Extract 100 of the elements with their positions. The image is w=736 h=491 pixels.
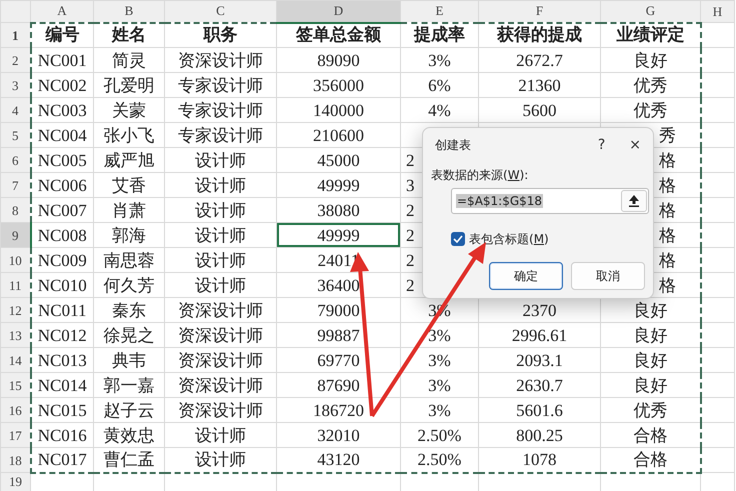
table-cell: 21360	[478, 72, 600, 98]
row-header[interactable]: 15	[0, 372, 30, 398]
table-cell: 资深设计师	[164, 398, 276, 422]
table-cell: NC007	[30, 198, 94, 222]
table-cell: 优秀	[600, 398, 700, 422]
table-cell: 设计师	[164, 222, 276, 248]
table-cell: 简灵	[94, 48, 164, 72]
table-cell: 优秀	[600, 98, 700, 122]
table-cell: 1078	[478, 448, 600, 472]
table-cell: NC002	[30, 72, 94, 98]
row-header[interactable]: 9	[0, 222, 30, 248]
table-cell: 38080	[276, 198, 400, 222]
column-header[interactable]: H	[700, 0, 734, 22]
row-header[interactable]: 19	[0, 472, 30, 491]
table-cell: 资深设计师	[164, 372, 276, 398]
table-cell: 关蒙	[94, 98, 164, 122]
table-cell: 设计师	[164, 198, 276, 222]
checkbox[interactable]	[451, 232, 465, 246]
row-header[interactable]: 8	[0, 198, 30, 222]
table-cell: 艾香	[94, 172, 164, 198]
table-cell: 黄效忠	[94, 422, 164, 448]
row-header[interactable]: 17	[0, 422, 30, 448]
table-cell: 32010	[276, 422, 400, 448]
table-cell: 良好	[600, 372, 700, 398]
column-header[interactable]: F	[478, 0, 600, 22]
table-cell: 49999	[276, 222, 400, 248]
table-cell: 良好	[600, 322, 700, 348]
table-cell: 曹仁孟	[94, 448, 164, 472]
column-title: 业绩评定	[600, 22, 700, 48]
table-cell: 49999	[276, 172, 400, 198]
row-header[interactable]: 14	[0, 348, 30, 372]
column-header[interactable]: C	[164, 0, 276, 22]
table-cell: 45000	[276, 148, 400, 172]
table-cell: NC015	[30, 398, 94, 422]
upload-arrow-icon	[629, 195, 639, 207]
row-header[interactable]: 5	[0, 122, 30, 148]
table-cell: 张小飞	[94, 122, 164, 148]
table-cell: 5600	[478, 98, 600, 122]
table-cell: 3%	[400, 348, 478, 372]
column-title: 获得的提成	[478, 22, 600, 48]
ok-button[interactable]: 确定	[489, 262, 563, 290]
input-field[interactable]: =$A$1:$G$18	[451, 188, 649, 214]
column-header[interactable]: B	[94, 0, 164, 22]
row-header[interactable]: 4	[0, 98, 30, 122]
table-cell: 赵子云	[94, 398, 164, 422]
cancel-button[interactable]: 取消	[571, 262, 645, 290]
table-cell: NC005	[30, 148, 94, 172]
table-cell: 186720	[276, 398, 400, 422]
table-cell: 设计师	[164, 172, 276, 198]
column-title: 姓名	[94, 22, 164, 48]
table-cell: 87690	[276, 372, 400, 398]
table-cell: NC010	[30, 272, 94, 298]
row-header[interactable]: 7	[0, 172, 30, 198]
range-text: =$A$1:$G$18	[456, 194, 544, 208]
row-header[interactable]: 2	[0, 48, 30, 72]
table-cell: 2630.7	[478, 372, 600, 398]
table-cell: NC003	[30, 98, 94, 122]
column-title: 签单总金额	[276, 22, 400, 48]
table-cell: 良好	[600, 48, 700, 72]
table-cell: 合格	[600, 448, 700, 472]
column-title: 职务	[164, 22, 276, 48]
table-cell: 3%	[400, 372, 478, 398]
table-cell: 专家设计师	[164, 72, 276, 98]
row-header[interactable]: 11	[0, 272, 30, 298]
table-cell: 3%	[400, 48, 478, 72]
row-header[interactable]: 3	[0, 72, 30, 98]
collapse-dialog-button[interactable]	[621, 190, 647, 212]
table-cell: 2.50%	[400, 448, 478, 472]
table-cell: NC006	[30, 172, 94, 198]
table-cell: NC014	[30, 372, 94, 398]
table-cell: 2.50%	[400, 422, 478, 448]
column-header[interactable]: D	[276, 0, 400, 22]
table-cell: 徐晃之	[94, 322, 164, 348]
table-cell: 89090	[276, 48, 400, 72]
table-cell: 设计师	[164, 148, 276, 172]
table-cell: 140000	[276, 98, 400, 122]
table-cell: 5601.6	[478, 398, 600, 422]
column-header[interactable]: A	[30, 0, 94, 22]
table-cell: 秦东	[94, 298, 164, 322]
table-cell: NC004	[30, 122, 94, 148]
table-cell: NC011	[30, 298, 94, 322]
table-cell: 资深设计师	[164, 298, 276, 322]
row-header[interactable]: 6	[0, 148, 30, 172]
column-title: 编号	[30, 22, 94, 48]
table-cell: 设计师	[164, 272, 276, 298]
row-header[interactable]: 1	[0, 22, 30, 48]
column-header[interactable]: G	[600, 0, 700, 22]
column-header[interactable]: E	[400, 0, 478, 22]
row-header[interactable]: 10	[0, 248, 30, 272]
table-cell: NC001	[30, 48, 94, 72]
row-header[interactable]: 12	[0, 298, 30, 322]
table-cell: 专家设计师	[164, 98, 276, 122]
table-cell: 典韦	[94, 348, 164, 372]
row-header[interactable]: 16	[0, 398, 30, 422]
row-header[interactable]: 13	[0, 322, 30, 348]
table-cell: 99887	[276, 322, 400, 348]
table-cell: 资深设计师	[164, 348, 276, 372]
table-cell: NC017	[30, 448, 94, 472]
row-header[interactable]: 18	[0, 448, 30, 472]
table-cell: 优秀	[600, 72, 700, 98]
